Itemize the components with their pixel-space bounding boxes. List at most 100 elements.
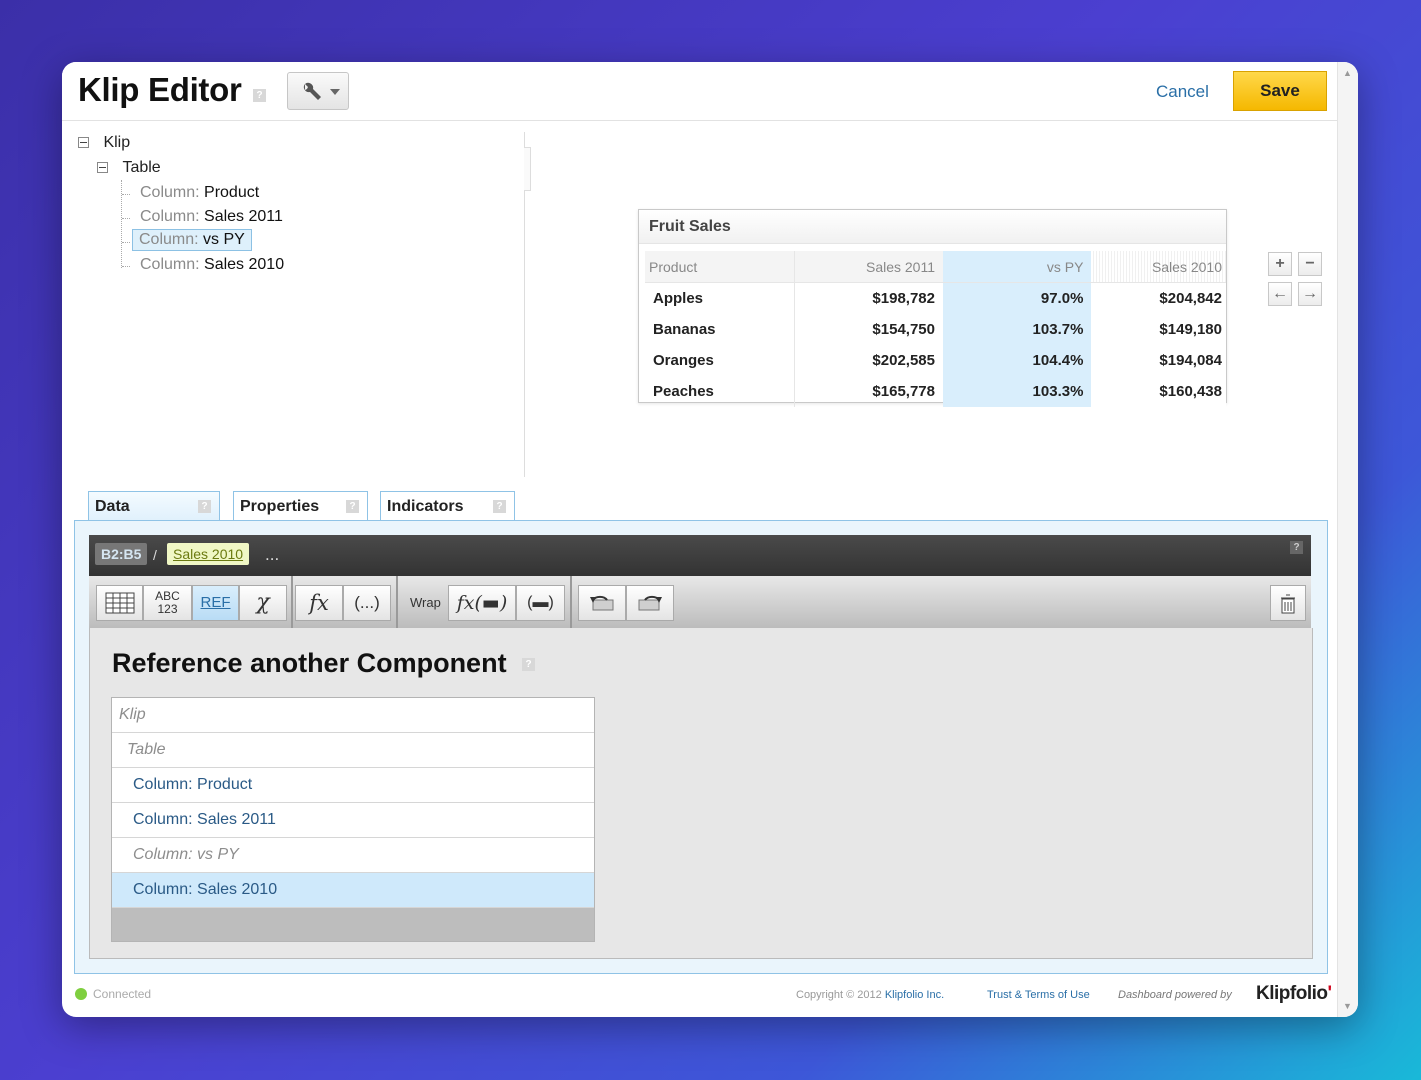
table-cell: 103.3% xyxy=(943,376,1092,407)
move-left-button[interactable]: ← xyxy=(1268,282,1292,306)
function-button[interactable]: fx xyxy=(295,585,343,621)
help-icon[interactable]: ? xyxy=(346,500,359,513)
copyright: Copyright © 2012 Klipfolio Inc. xyxy=(796,989,945,1001)
tab-data[interactable]: Data? xyxy=(88,491,220,522)
table-row: Oranges $202,585 104.4% $194,084 xyxy=(645,345,1226,376)
table-row: Bananas $154,750 103.7% $149,180 xyxy=(645,314,1226,345)
variable-button[interactable]: 𝜒 xyxy=(239,585,287,621)
table-cell: Bananas xyxy=(645,314,795,345)
table-cell: Apples xyxy=(645,282,795,314)
reference-item-product[interactable]: Column: Product xyxy=(112,768,594,803)
group-button[interactable]: (...) xyxy=(343,585,391,621)
reference-panel: Reference another Component ? Klip Table… xyxy=(89,628,1313,959)
terms-link[interactable]: Trust & Terms of Use xyxy=(987,989,1090,1001)
toolbar-divider xyxy=(570,576,572,628)
remove-column-button[interactable]: − xyxy=(1298,252,1322,276)
redo-icon xyxy=(638,595,662,611)
arrow-right-icon: → xyxy=(1302,285,1318,302)
page-title: Klip Editor xyxy=(78,71,242,108)
column-header[interactable]: Sales 2011 xyxy=(794,251,943,283)
table-cell: $202,585 xyxy=(872,352,935,369)
range-breadcrumb[interactable]: B2:B5 xyxy=(95,543,148,565)
column-header[interactable]: Sales 2010 xyxy=(1091,251,1226,283)
table-cell: $154,750 xyxy=(872,321,935,338)
variable-icon: 𝜒 xyxy=(256,590,270,615)
literal-button[interactable]: ABC 123 xyxy=(143,585,192,621)
plus-icon: + xyxy=(1275,255,1285,272)
widget-title: Fruit Sales xyxy=(639,210,1226,244)
klip-preview: Fruit Sales Product Sales 2011 vs PY Sal… xyxy=(638,209,1227,407)
table-cell: $198,782 xyxy=(872,290,935,307)
move-right-button[interactable]: → xyxy=(1298,282,1322,306)
minus-icon: − xyxy=(1305,255,1315,272)
wrench-icon xyxy=(303,82,340,100)
table-cell: 103.7% xyxy=(943,314,1092,345)
reference-title: Reference another Component ? xyxy=(112,648,536,679)
column-header[interactable]: Product xyxy=(645,251,795,283)
cancel-button[interactable]: Cancel xyxy=(1156,82,1209,102)
klipfolio-logo: Klipfolio' xyxy=(1256,983,1332,1004)
tree-item-sales-2011[interactable]: Column: Sales 2011 xyxy=(140,208,283,226)
undo-button[interactable] xyxy=(578,585,626,621)
tree-item-vs-py[interactable]: Column: vs PY xyxy=(132,229,252,251)
footer: Connected Copyright © 2012 Klipfolio Inc… xyxy=(62,976,1338,1017)
help-icon[interactable]: ? xyxy=(522,658,536,672)
reference-list: Klip Table Column: Product Column: Sales… xyxy=(111,697,595,942)
table-cell: $194,084 xyxy=(1091,345,1226,376)
resize-handle[interactable] xyxy=(524,147,531,191)
more-breadcrumb[interactable]: ... xyxy=(265,545,279,565)
company-link[interactable]: Klipfolio Inc. xyxy=(885,989,944,1001)
connection-status: Connected xyxy=(93,987,152,1001)
reference-button[interactable]: REF xyxy=(192,585,239,621)
data-panel: B2:B5 / Sales 2010 ... ? ABC 123 REF 𝜒 fx xyxy=(74,520,1328,974)
trash-icon xyxy=(1281,594,1295,614)
tab-properties[interactable]: Properties? xyxy=(233,491,368,520)
scrollbar[interactable]: ▲ ▼ xyxy=(1337,62,1358,1017)
help-icon[interactable]: ? xyxy=(253,89,266,102)
selected-reference-breadcrumb[interactable]: Sales 2010 xyxy=(167,543,250,565)
wrap-group-button[interactable]: (▬) xyxy=(516,585,565,621)
tree-item-sales-2010[interactable]: Column: Sales 2010 xyxy=(140,256,284,274)
table-row: Apples $198,782 97.0% $204,842 xyxy=(645,282,1226,314)
tree-node-klip[interactable]: Klip xyxy=(78,134,130,152)
table-cell: $149,180 xyxy=(1091,314,1226,345)
reference-item-vs-py: Column: vs PY xyxy=(112,838,594,873)
reference-item-sales-2011[interactable]: Column: Sales 2011 xyxy=(112,803,594,838)
table-cell: $204,842 xyxy=(1091,282,1226,314)
scroll-up-icon[interactable]: ▲ xyxy=(1343,68,1352,78)
delete-button[interactable] xyxy=(1270,585,1306,621)
formula-breadcrumb-bar: B2:B5 / Sales 2010 ... ? xyxy=(89,535,1311,576)
save-button[interactable]: Save xyxy=(1233,71,1327,111)
table-cell: Peaches xyxy=(645,376,795,407)
reference-list-filler xyxy=(112,908,594,941)
editor-window: Klip Editor ? Cancel Save Klip Table Col… xyxy=(62,62,1358,1017)
redo-button[interactable] xyxy=(626,585,674,621)
chevron-down-icon xyxy=(330,89,340,95)
scroll-down-icon[interactable]: ▼ xyxy=(1343,1001,1352,1011)
table-cell: Oranges xyxy=(645,345,795,376)
reference-item-sales-2010[interactable]: Column: Sales 2010 xyxy=(112,873,594,908)
data-grid-button[interactable] xyxy=(96,585,143,621)
tree-node-table[interactable]: Table xyxy=(97,159,161,177)
arrow-left-icon: ← xyxy=(1272,285,1288,302)
table-cell: $165,778 xyxy=(872,383,935,400)
grid-icon xyxy=(105,592,134,614)
help-icon[interactable]: ? xyxy=(1290,541,1303,554)
status-dot-icon xyxy=(75,988,87,1000)
settings-menu-button[interactable] xyxy=(287,72,349,110)
column-header[interactable]: vs PY xyxy=(943,251,1092,283)
toolbar-divider xyxy=(291,576,293,628)
tab-indicators[interactable]: Indicators? xyxy=(380,491,515,520)
table-cell: $160,438 xyxy=(1091,376,1226,407)
wrap-function-button[interactable]: fx(▬) xyxy=(448,585,516,621)
collapse-icon[interactable] xyxy=(97,162,108,174)
help-icon[interactable]: ? xyxy=(198,500,211,513)
toolbar-divider xyxy=(396,576,398,628)
table-cell: 104.4% xyxy=(943,345,1092,376)
editor-header: Klip Editor ? Cancel Save xyxy=(62,62,1338,121)
collapse-icon[interactable] xyxy=(78,137,89,149)
add-column-button[interactable]: + xyxy=(1268,252,1292,276)
reference-item-klip: Klip xyxy=(112,698,594,733)
help-icon[interactable]: ? xyxy=(493,500,506,513)
tree-item-product[interactable]: Column: Product xyxy=(140,184,259,202)
